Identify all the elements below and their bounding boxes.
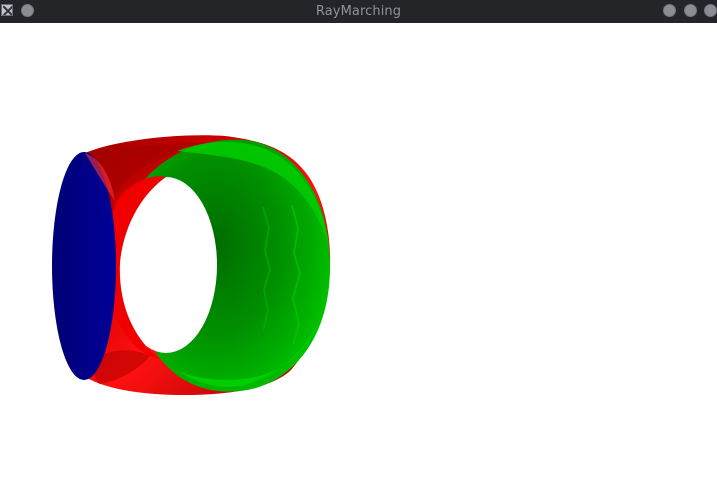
- close-icon[interactable]: [704, 4, 717, 17]
- maximize-icon[interactable]: [684, 4, 697, 17]
- minimize-icon[interactable]: [663, 4, 676, 17]
- window-titlebar[interactable]: RayMarching: [0, 0, 717, 23]
- raymarching-canvas[interactable]: [0, 23, 717, 500]
- raymarching-window: RayMarching: [0, 0, 717, 500]
- window-title: RayMarching: [315, 4, 402, 19]
- rendered-3d-shape: [52, 135, 331, 395]
